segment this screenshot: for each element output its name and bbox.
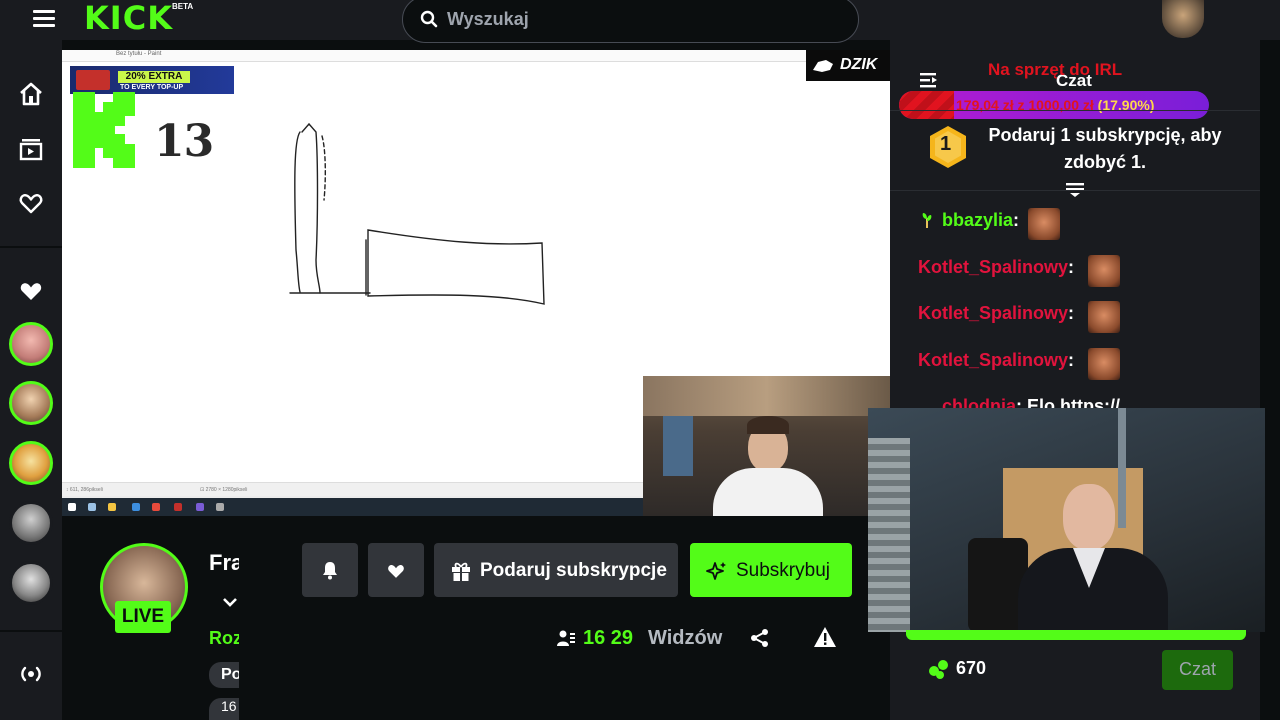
chat-divider: [890, 190, 1260, 191]
bell-icon: [323, 562, 337, 580]
channel-points-count: 670: [956, 658, 987, 678]
heart-icon: [388, 565, 404, 578]
gift-prompt: Podaruj 1 subskrypcję, aby zdobyć 1.: [988, 125, 1222, 172]
video-player[interactable]: Bez tytułu - Paint 20% EXTRA TO EVERY TO…: [62, 50, 890, 516]
viewers-icon: [557, 630, 575, 646]
paint-statusbar: ↕ 611, 286pikseli ⊡ 2780 × 1280pikseli: [62, 482, 644, 496]
goal-progress-fill: [899, 91, 955, 119]
search-icon: [420, 10, 438, 28]
taskbar-app-icon: [108, 503, 116, 511]
browse-icon[interactable]: [18, 136, 44, 162]
app-root: KICK BETA Wyszukaj Bez tytułu - Paint 20…: [0, 0, 1280, 720]
windows-start-icon: [68, 503, 76, 511]
chat-message: Kotlet_Spalinowy:: [918, 303, 1075, 323]
send-chat-label: Czat: [1179, 659, 1217, 679]
viewer-count-label: Widzów: [648, 627, 723, 649]
taskbar-app-icon: [132, 503, 140, 511]
sparkle-icon: [706, 562, 726, 580]
sidebar-divider: [0, 630, 62, 632]
gift-icon: [452, 562, 470, 581]
stream-category[interactable]: Roz: [209, 628, 239, 649]
chat-username[interactable]: Kotlet_Spalinowy: [918, 350, 1068, 370]
followed-channel-avatar[interactable]: [9, 322, 53, 366]
taskbar-app-icon: [152, 503, 160, 511]
subscribe-label: Subskrybuj: [736, 560, 830, 581]
home-icon[interactable]: [18, 81, 44, 107]
emote: [1028, 208, 1060, 240]
chat-username[interactable]: Kotlet_Spalinowy: [918, 257, 1068, 277]
gift-subscription-label: Podaruj subskrypcje: [480, 560, 667, 581]
heart-filled-icon: [20, 283, 42, 300]
kick-logo[interactable]: KICK: [84, 0, 173, 36]
canvas-size: ⊡ 2780 × 1280pikseli: [200, 487, 248, 493]
menu-icon[interactable]: [33, 10, 55, 28]
chat-message: Kotlet_Spalinowy:: [918, 257, 1075, 277]
taskbar-app-icon: [174, 503, 182, 511]
channel-points-icon[interactable]: [928, 657, 950, 681]
broadcast-icon[interactable]: [18, 661, 44, 687]
report-icon[interactable]: [813, 626, 837, 648]
live-badge: LIVE: [115, 601, 171, 633]
channel-avatar[interactable]: [9, 501, 53, 545]
streamer-name[interactable]: Fra: [209, 550, 239, 576]
stream-tag[interactable]: Po: [209, 662, 239, 688]
goal-title: Na sprzęt do IRL: [988, 60, 1123, 79]
search-placeholder: Wyszukaj: [447, 9, 529, 29]
taskbar-app-icon: [88, 503, 96, 511]
user-avatar[interactable]: [1162, 0, 1204, 38]
beta-badge: BETA: [172, 2, 194, 11]
following-icon[interactable]: [18, 190, 44, 216]
gift-rank-number: 1: [940, 133, 952, 155]
emote: [1088, 255, 1120, 287]
taskbar-app-icon: [216, 503, 224, 511]
chevron-down-icon[interactable]: [222, 594, 238, 610]
emote: [1088, 348, 1120, 380]
webcam-border: [906, 630, 1246, 640]
chat-username[interactable]: bbazylia: [942, 210, 1013, 230]
stream-tag[interactable]: 16: [209, 698, 239, 720]
chat-username[interactable]: Kotlet_Spalinowy: [918, 303, 1068, 323]
cursor-position: ↕ 611, 286pikseli: [66, 487, 103, 493]
sidebar-divider: [0, 246, 62, 248]
plant-badge-icon: [922, 213, 932, 228]
taskbar-app-icon: [196, 503, 204, 511]
guest-webcam: [868, 408, 1265, 632]
chat-message: Kotlet_Spalinowy:: [918, 350, 1075, 370]
streamer-webcam: [643, 376, 890, 516]
windows-taskbar: [62, 498, 644, 516]
viewer-count: 16 29: [583, 627, 634, 649]
share-icon[interactable]: [750, 628, 770, 648]
chat-divider: [890, 110, 1260, 111]
followed-channel-avatar[interactable]: [9, 381, 53, 425]
collapse-chat-icon[interactable]: [920, 72, 942, 88]
channel-avatar[interactable]: [9, 561, 53, 605]
chat-message: bbazylia:: [942, 210, 1020, 230]
emote: [1088, 301, 1120, 333]
followed-channel-avatar[interactable]: [9, 441, 53, 485]
